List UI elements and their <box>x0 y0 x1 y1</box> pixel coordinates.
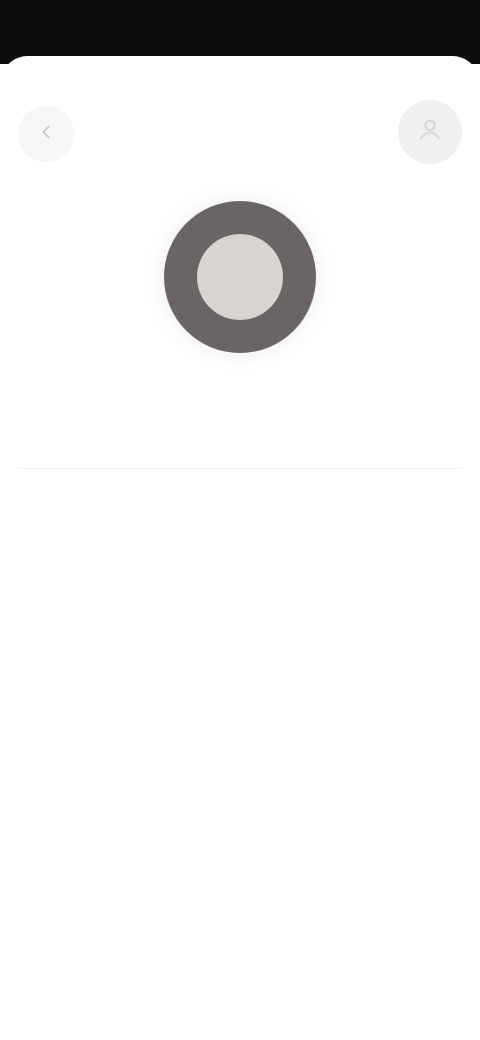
back-button[interactable] <box>18 106 74 162</box>
list-item-title <box>42 416 202 440</box>
back-icon <box>35 121 57 148</box>
profile-button[interactable] <box>398 100 462 164</box>
page-title <box>120 118 360 152</box>
list-divider <box>18 468 462 469</box>
main-sheet <box>0 56 480 1040</box>
record-area <box>0 192 480 362</box>
record-button[interactable] <box>164 201 316 353</box>
list-item-meta <box>300 416 440 440</box>
record-button-inner <box>197 234 283 320</box>
status-bar <box>0 0 480 64</box>
profile-icon <box>416 116 444 149</box>
list-item[interactable] <box>18 398 462 460</box>
top-bar <box>0 56 480 188</box>
recordings-list <box>0 386 480 506</box>
